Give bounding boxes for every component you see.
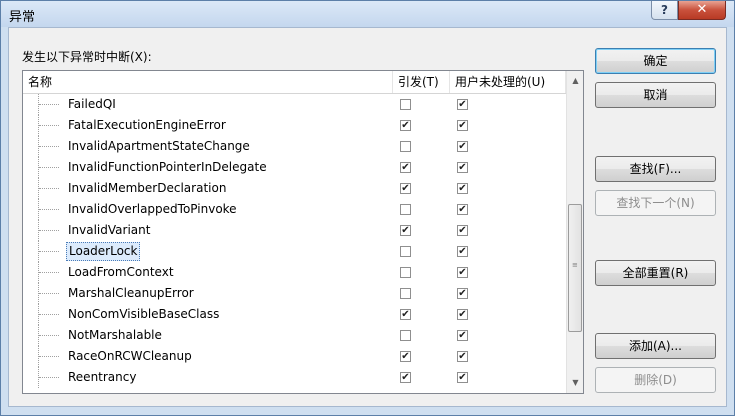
unhandled-checkbox[interactable]: ✔ xyxy=(457,267,468,278)
list-item[interactable]: InvalidOverlappedToPinvoke ✔ xyxy=(23,199,566,220)
exception-name[interactable]: LoaderLock xyxy=(66,242,141,261)
scroll-grip-icon: ≡ xyxy=(572,261,578,269)
tree-branch xyxy=(39,167,59,169)
tree-branch xyxy=(39,293,59,295)
list-item[interactable]: InvalidMemberDeclaration ✔ ✔ xyxy=(23,178,566,199)
add-button[interactable]: 添加(A)... xyxy=(595,333,716,359)
unhandled-checkbox[interactable]: ✔ xyxy=(457,246,468,257)
list-rows: FailedQI ✔ FatalExecutionEngineError ✔ ✔ Inva… xyxy=(23,94,566,388)
column-header-name[interactable]: 名称 xyxy=(23,71,393,93)
list-item[interactable]: LoadFromContext ✔ xyxy=(23,262,566,283)
list-item[interactable]: FailedQI ✔ xyxy=(23,94,566,115)
exceptions-dialog: 异常 ? ✕ 发生以下异常时中断(X): 名称 引发(T) 用户未处理的(U) … xyxy=(0,0,735,416)
exception-name[interactable]: LoadFromContext xyxy=(66,264,176,281)
list-item[interactable]: InvalidFunctionPointerInDelegate ✔ ✔ xyxy=(23,157,566,178)
unhandled-checkbox[interactable]: ✔ xyxy=(457,183,468,194)
exception-name[interactable]: InvalidOverlappedToPinvoke xyxy=(66,201,239,218)
thrown-checkbox[interactable]: ✔ xyxy=(400,309,411,320)
tree-branch xyxy=(39,188,59,190)
list-header: 名称 引发(T) 用户未处理的(U) xyxy=(23,71,566,94)
thrown-checkbox[interactable]: ✔ xyxy=(400,120,411,131)
exception-name[interactable]: InvalidApartmentStateChange xyxy=(66,138,252,155)
unhandled-checkbox[interactable]: ✔ xyxy=(457,288,468,299)
thrown-checkbox[interactable]: ✔ xyxy=(400,183,411,194)
thrown-checkbox[interactable] xyxy=(400,204,411,215)
unhandled-checkbox[interactable]: ✔ xyxy=(457,351,468,362)
tree-branch xyxy=(39,272,59,274)
list-item[interactable]: InvalidVariant ✔ ✔ xyxy=(23,220,566,241)
unhandled-checkbox[interactable]: ✔ xyxy=(457,204,468,215)
close-button[interactable]: ✕ xyxy=(678,1,726,20)
cancel-button[interactable]: 取消 xyxy=(595,82,716,108)
tree-branch xyxy=(39,125,59,127)
find-next-button[interactable]: 查找下一个(N) xyxy=(595,190,716,216)
exception-name[interactable]: MarshalCleanupError xyxy=(66,285,196,302)
delete-button[interactable]: 删除(D) xyxy=(595,367,716,393)
exception-name[interactable]: NotMarshalable xyxy=(66,327,164,344)
list-item[interactable]: NotMarshalable ✔ xyxy=(23,325,566,346)
break-prompt-label: 发生以下异常时中断(X): xyxy=(22,50,152,64)
thrown-checkbox[interactable]: ✔ xyxy=(400,225,411,236)
window-title: 异常 xyxy=(9,10,36,25)
exception-name[interactable]: Reentrancy xyxy=(66,369,138,386)
dialog-body: 发生以下异常时中断(X): 名称 引发(T) 用户未处理的(U) FailedQ… xyxy=(8,27,727,407)
unhandled-checkbox[interactable]: ✔ xyxy=(457,141,468,152)
tree-branch xyxy=(39,356,59,358)
scroll-down-arrow-icon[interactable]: ▼ xyxy=(567,375,583,391)
thrown-checkbox[interactable] xyxy=(400,267,411,278)
thrown-checkbox[interactable] xyxy=(400,288,411,299)
list-item[interactable]: LoaderLock ✔ xyxy=(23,241,566,262)
list-item[interactable]: InvalidApartmentStateChange ✔ xyxy=(23,136,566,157)
list-item[interactable]: MarshalCleanupError ✔ xyxy=(23,283,566,304)
unhandled-checkbox[interactable]: ✔ xyxy=(457,330,468,341)
help-button[interactable]: ? xyxy=(651,1,678,20)
unhandled-checkbox[interactable]: ✔ xyxy=(457,120,468,131)
exception-name[interactable]: InvalidMemberDeclaration xyxy=(66,180,228,197)
unhandled-checkbox[interactable]: ✔ xyxy=(457,309,468,320)
exception-name[interactable]: InvalidFunctionPointerInDelegate xyxy=(66,159,269,176)
thrown-checkbox[interactable]: ✔ xyxy=(400,351,411,362)
exceptions-list[interactable]: 名称 引发(T) 用户未处理的(U) FailedQI ✔ FatalExecuti… xyxy=(22,70,584,394)
exception-name[interactable]: NonComVisibleBaseClass xyxy=(66,306,221,323)
tree-branch xyxy=(39,377,59,379)
tree-branch xyxy=(39,209,59,211)
unhandled-checkbox[interactable]: ✔ xyxy=(457,372,468,383)
vertical-scrollbar[interactable]: ▲ ≡ ▼ xyxy=(566,71,583,393)
tree-branch xyxy=(39,251,59,253)
exception-name[interactable]: FatalExecutionEngineError xyxy=(66,117,228,134)
list-item[interactable]: Reentrancy ✔ ✔ xyxy=(23,367,566,388)
tree-branch xyxy=(39,314,59,316)
find-button[interactable]: 查找(F)... xyxy=(595,156,716,182)
tree-branch xyxy=(39,104,59,106)
ok-button[interactable]: 确定 xyxy=(595,48,716,74)
exception-name[interactable]: InvalidVariant xyxy=(66,222,152,239)
scroll-thumb[interactable]: ≡ xyxy=(568,204,582,332)
scroll-up-arrow-icon[interactable]: ▲ xyxy=(567,73,583,89)
tree-branch xyxy=(39,146,59,148)
thrown-checkbox[interactable] xyxy=(400,246,411,257)
thrown-checkbox[interactable] xyxy=(400,330,411,341)
unhandled-checkbox[interactable]: ✔ xyxy=(457,162,468,173)
tree-branch xyxy=(39,335,59,337)
exception-name[interactable]: RaceOnRCWCleanup xyxy=(66,348,194,365)
column-header-unhandled[interactable]: 用户未处理的(U) xyxy=(450,71,566,93)
list-item[interactable]: RaceOnRCWCleanup ✔ ✔ xyxy=(23,346,566,367)
title-bar: 异常 ? ✕ xyxy=(1,1,734,27)
list-item[interactable]: FatalExecutionEngineError ✔ ✔ xyxy=(23,115,566,136)
thrown-checkbox[interactable]: ✔ xyxy=(400,372,411,383)
tree-branch xyxy=(39,230,59,232)
exception-name[interactable]: FailedQI xyxy=(66,96,118,113)
unhandled-checkbox[interactable]: ✔ xyxy=(457,225,468,236)
reset-all-button[interactable]: 全部重置(R) xyxy=(595,260,716,286)
thrown-checkbox[interactable] xyxy=(400,141,411,152)
thrown-checkbox[interactable]: ✔ xyxy=(400,162,411,173)
list-item[interactable]: NonComVisibleBaseClass ✔ ✔ xyxy=(23,304,566,325)
thrown-checkbox[interactable] xyxy=(400,99,411,110)
column-header-thrown[interactable]: 引发(T) xyxy=(393,71,450,93)
unhandled-checkbox[interactable]: ✔ xyxy=(457,99,468,110)
